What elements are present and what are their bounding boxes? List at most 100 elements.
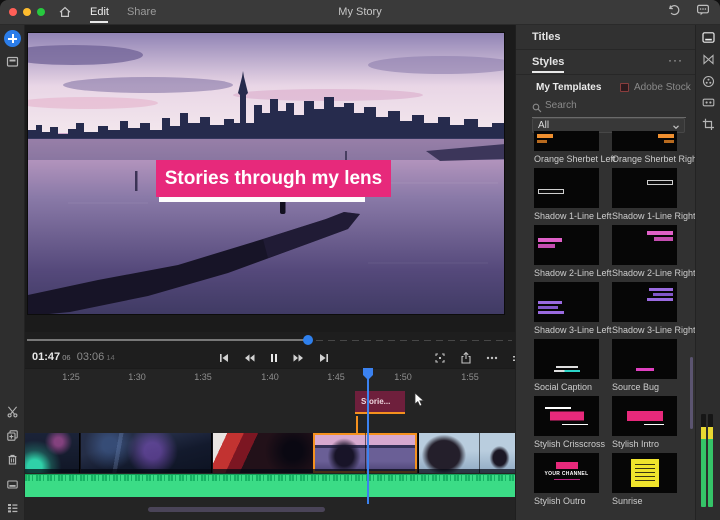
- template-item[interactable]: Sunrise: [612, 453, 677, 507]
- template-item[interactable]: Shadow 1-Line Left: [534, 168, 599, 222]
- template-thumbnail[interactable]: [534, 168, 599, 208]
- ruler-tick: 1:40: [261, 372, 279, 382]
- template-item[interactable]: Shadow 2-Line Left: [534, 225, 599, 279]
- template-item[interactable]: Shadow 3-Line Right: [612, 282, 677, 336]
- close-window-button[interactable]: [9, 8, 17, 16]
- template-thumbnail[interactable]: [612, 168, 677, 208]
- tab-my-templates[interactable]: My Templates: [536, 82, 601, 93]
- crop-panel-icon[interactable]: [700, 116, 717, 133]
- feedback-icon[interactable]: [696, 3, 710, 22]
- color-panel-icon[interactable]: [700, 73, 717, 90]
- template-grid: Orange Sherbet Left Orange Sherbet Right…: [534, 131, 677, 510]
- rewind-button[interactable]: [240, 349, 258, 366]
- video-clip-2[interactable]: [81, 433, 212, 473]
- template-item[interactable]: Source Bug: [612, 339, 677, 393]
- clip-link-connector: [356, 416, 358, 433]
- left-toolbar: [0, 25, 25, 520]
- template-item[interactable]: Shadow 3-Line Left: [534, 282, 599, 336]
- template-thumbnail[interactable]: [612, 339, 677, 379]
- program-monitor: Stories through my lens: [25, 25, 515, 332]
- video-clip-3[interactable]: [213, 433, 313, 473]
- template-label: Social Caption: [534, 381, 599, 393]
- ruler-tick: 1:35: [194, 372, 212, 382]
- title-overlay[interactable]: Stories through my lens: [156, 160, 391, 197]
- template-label: Shadow 3-Line Right: [612, 324, 677, 336]
- titlebar: Edit Share My Story: [0, 0, 720, 25]
- more-options-icon[interactable]: [483, 349, 501, 366]
- fullscreen-icon[interactable]: [431, 349, 449, 366]
- expand-tracks-icon[interactable]: [5, 477, 20, 492]
- template-thumbnail[interactable]: [534, 339, 599, 379]
- template-thumbnail[interactable]: [534, 396, 599, 436]
- minimize-window-button[interactable]: [23, 8, 31, 16]
- template-item[interactable]: Shadow 1-Line Right: [612, 168, 677, 222]
- window-controls[interactable]: [0, 8, 53, 16]
- forward-button[interactable]: [290, 349, 308, 366]
- audio-level-meter-right: [708, 414, 713, 507]
- add-media-button[interactable]: [4, 30, 21, 47]
- ruler-tick: 1:55: [461, 372, 479, 382]
- video-clip-4-selected[interactable]: [313, 433, 417, 473]
- delete-clip-icon[interactable]: [5, 452, 20, 467]
- timecode: 01:47 06 03:06 14: [32, 351, 115, 363]
- search-bar[interactable]: [516, 100, 696, 118]
- tab-share[interactable]: Share: [127, 0, 156, 25]
- media-browser-icon[interactable]: [5, 54, 20, 69]
- search-icon: [532, 103, 542, 113]
- template-item[interactable]: YOUR CHANNELStylish Outro: [534, 453, 599, 507]
- video-clip-1[interactable]: [25, 433, 80, 473]
- tab-styles[interactable]: Styles: [532, 50, 564, 74]
- video-frame[interactable]: Stories through my lens: [27, 32, 505, 315]
- previous-clip-button[interactable]: [215, 349, 233, 366]
- template-label: Stylish Intro: [612, 438, 677, 450]
- panel-menu-icon[interactable]: ···: [668, 48, 683, 73]
- preview-scrub-bar[interactable]: [25, 332, 515, 348]
- search-input[interactable]: [545, 100, 675, 111]
- template-item[interactable]: Orange Sherbet Left: [534, 131, 599, 165]
- pause-button[interactable]: [265, 349, 283, 366]
- home-icon[interactable]: [58, 5, 72, 19]
- track-controls-icon[interactable]: [5, 500, 20, 515]
- template-thumbnail[interactable]: [612, 131, 677, 151]
- video-clip-5[interactable]: [418, 433, 515, 473]
- template-thumbnail[interactable]: [612, 225, 677, 265]
- timeline-ruler[interactable]: 1:25 1:30 1:35 1:40 1:45 1:50 1:55: [25, 369, 515, 386]
- template-thumbnail[interactable]: [612, 396, 677, 436]
- split-clip-icon[interactable]: [5, 404, 20, 419]
- template-thumbnail[interactable]: [612, 282, 677, 322]
- template-label: Shadow 2-Line Right: [612, 267, 677, 279]
- title-clip[interactable]: Storie...: [355, 391, 405, 414]
- template-item[interactable]: Stylish Intro: [612, 396, 677, 450]
- zoom-window-button[interactable]: [37, 8, 45, 16]
- scrub-progress: [27, 339, 307, 341]
- audio-panel-icon[interactable]: [700, 94, 717, 111]
- playhead[interactable]: [367, 368, 369, 504]
- tab-adobe-stock[interactable]: Adobe Stock: [620, 82, 691, 93]
- tab-edit[interactable]: Edit: [90, 0, 109, 25]
- audio-clip[interactable]: [25, 474, 515, 497]
- template-thumbnail[interactable]: [534, 282, 599, 322]
- template-scrollbar[interactable]: [690, 357, 693, 429]
- export-icon[interactable]: [457, 349, 475, 366]
- scrub-handle[interactable]: [303, 335, 313, 345]
- template-label: Shadow 1-Line Right: [612, 210, 677, 222]
- template-item[interactable]: Stylish Crisscross: [534, 396, 599, 450]
- template-thumbnail[interactable]: [534, 225, 599, 265]
- template-thumbnail[interactable]: [612, 453, 677, 493]
- undo-icon[interactable]: [667, 3, 681, 22]
- template-thumbnail[interactable]: [534, 131, 599, 151]
- timeline-horizontal-scrollbar[interactable]: [148, 507, 325, 512]
- template-item[interactable]: Social Caption: [534, 339, 599, 393]
- titles-panel-icon[interactable]: [700, 29, 717, 46]
- panel-header: Titles: [516, 25, 696, 50]
- template-item[interactable]: Shadow 2-Line Right: [612, 225, 677, 279]
- template-thumbnail[interactable]: YOUR CHANNEL: [534, 453, 599, 493]
- template-label: Stylish Crisscross: [534, 438, 599, 450]
- template-item[interactable]: Orange Sherbet Right: [612, 131, 677, 165]
- next-clip-button[interactable]: [315, 349, 333, 366]
- duplicate-clip-icon[interactable]: [5, 428, 20, 443]
- template-label: Shadow 2-Line Left: [534, 267, 599, 279]
- template-label: Sunrise: [612, 495, 677, 507]
- titles-panel: Titles Styles ··· My Templates Adobe Sto…: [515, 25, 695, 520]
- transitions-panel-icon[interactable]: [700, 51, 717, 68]
